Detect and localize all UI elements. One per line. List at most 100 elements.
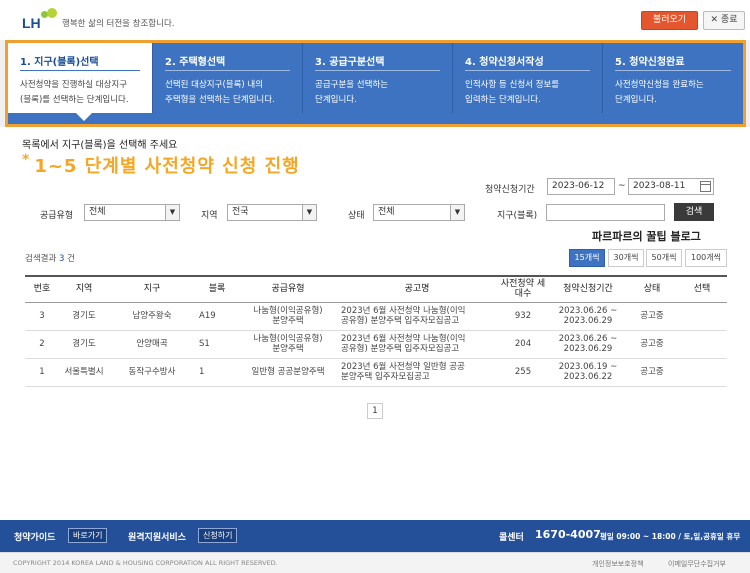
logo-leaf-large (47, 8, 57, 18)
page-size-30[interactable]: 30개씩 (608, 249, 644, 267)
col-header: 사전청약 세대수 (497, 275, 549, 303)
copyright-text: COPYRIGHT 2014 KOREA LAND & HOUSING CORP… (13, 559, 278, 567)
close-button[interactable]: ✕ 종료 (703, 11, 745, 30)
step-title: 1. 지구(블록)선택 (20, 57, 99, 68)
pagination-current[interactable]: 1 (367, 403, 383, 419)
district-input[interactable] (546, 204, 665, 221)
col-header: 공고명 (337, 275, 497, 303)
chevron-down-icon: ▼ (302, 205, 316, 220)
cell-type: 일반형 공공분양주택 (239, 358, 337, 387)
search-button[interactable]: 검색 (674, 203, 714, 221)
logo-text: LH (22, 15, 41, 31)
table-row[interactable]: 1 서울특별시 동작구수방사 1 일반형 공공분양주택 2023년 6월 사전청… (25, 358, 727, 387)
cell-no: 1 (25, 358, 59, 387)
cell-block: S1 (195, 330, 239, 359)
cell-no: 2 (25, 330, 59, 359)
status-select[interactable]: 전체 ▼ (373, 204, 465, 221)
step-desc: 공급구분을 선택하는 단계입니다. (315, 80, 389, 105)
cell-notice[interactable]: 2023년 6월 사전청약 일반형 공공 분양주택 입주자모집공고 (337, 358, 497, 387)
step-desc: 사전청약신청을 완료하는 단계입니다. (615, 80, 704, 105)
col-header: 공급유형 (239, 275, 337, 303)
table-row[interactable]: 3 경기도 남양주왕숙 A19 나눔형(이익공유형) 분양주택 2023년 6월 … (25, 302, 727, 331)
remote-button[interactable]: 신청하기 (198, 528, 238, 543)
load-button[interactable]: 불러오기 (641, 11, 698, 30)
main-content: 목록에서 지구(블록)을 선택해 주세요 * 1~5 단계별 사전청약 신청 진행… (0, 127, 750, 520)
cell-select[interactable] (677, 358, 727, 387)
cell-type: 나눔형(이익공유형) 분양주택 (239, 302, 337, 331)
supply-type-select[interactable]: 전체 ▼ (84, 204, 180, 221)
table-header-row: 번호 지역 지구 블록 공급유형 공고명 사전청약 세대수 청약신청기간 상태 … (25, 275, 727, 303)
cell-period: 2023.06.26 ~2023.06.29 (549, 302, 627, 331)
result-count: 검색결과 3 건 (25, 254, 75, 264)
date-from-input[interactable]: 2023-06-12 (547, 178, 615, 195)
period-label: 청약신청기간 (485, 185, 535, 195)
cell-period: 2023.06.26 ~2023.06.29 (549, 330, 627, 359)
col-header: 번호 (25, 275, 59, 303)
col-header: 상태 (627, 275, 677, 303)
page-size-100[interactable]: 100개씩 (685, 249, 727, 267)
col-header: 청약신청기간 (549, 275, 627, 303)
step-4-tab[interactable]: 4. 청약신청서작성 인적사항 등 신청서 정보를 입력하는 단계입니다. (453, 43, 603, 113)
chevron-down-icon: ▼ (450, 205, 464, 220)
blog-watermark: 파르파르의 꿀팁 블로그 (592, 230, 701, 243)
cell-units: 255 (497, 358, 549, 387)
email-policy-link[interactable]: 이메일무단수집거부 (668, 559, 726, 569)
district-label: 지구(블록) (497, 211, 538, 221)
copyright-bar: COPYRIGHT 2014 KOREA LAND & HOUSING CORP… (0, 552, 750, 573)
call-number: 1670-4007 (535, 528, 601, 541)
step-3-tab[interactable]: 3. 공급구분선택 공급구분을 선택하는 단계입니다. (303, 43, 453, 113)
cell-select[interactable] (677, 302, 727, 331)
cell-region: 서울특별시 (59, 358, 109, 387)
page-size-50[interactable]: 50개씩 (646, 249, 682, 267)
table-row[interactable]: 2 경기도 안양매곡 S1 나눔형(이익공유형) 분양주택 2023년 6월 사전… (25, 330, 727, 359)
cell-district: 남양주왕숙 (109, 302, 195, 331)
calendar-icon[interactable] (700, 181, 711, 192)
intro-text: 목록에서 지구(블록)을 선택해 주세요 (22, 140, 178, 151)
cell-status: 공고중 (627, 330, 677, 359)
cell-no: 3 (25, 302, 59, 331)
cell-type: 나눔형(이익공유형) 분양주택 (239, 330, 337, 359)
privacy-link[interactable]: 개인정보보호정책 (592, 559, 644, 569)
col-header: 지역 (59, 275, 109, 303)
date-to-input[interactable]: 2023-08-11 (628, 178, 714, 195)
cell-notice[interactable]: 2023년 6월 사전청약 나눔형(이익 공유형) 분양주택 입주자모집공고 (337, 330, 497, 359)
date-separator: ~ (618, 181, 626, 191)
cell-notice[interactable]: 2023년 6월 사전청약 나눔형(이익 공유형) 분양주택 입주자모집공고 (337, 302, 497, 331)
step-title: 5. 청약신청완료 (615, 57, 685, 68)
step-title: 3. 공급구분선택 (315, 57, 385, 68)
region-select[interactable]: 전국 ▼ (227, 204, 317, 221)
overlay-caption: * 1~5 단계별 사전청약 신청 진행 (22, 152, 300, 177)
col-header: 블록 (195, 275, 239, 303)
step-1-tab[interactable]: 1. 지구(블록)선택 사전청약을 진행하실 대상지구 (블록)를 선택하는 단계… (8, 43, 153, 121)
guide-button[interactable]: 바로가기 (68, 528, 108, 543)
supply-type-label: 공급유형 (40, 211, 74, 221)
cell-units: 204 (497, 330, 549, 359)
cell-period: 2023.06.19 ~2023.06.22 (549, 358, 627, 387)
step-desc: 선택된 대상지구(블록) 내의 주택형을 선택하는 단계입니다. (165, 80, 275, 105)
page-size-15[interactable]: 15개씩 (569, 249, 605, 267)
step-desc: 인적사항 등 신청서 정보를 입력하는 단계입니다. (465, 80, 560, 105)
cell-block: 1 (195, 358, 239, 387)
cell-district: 동작구수방사 (109, 358, 195, 387)
call-hours: 평일 09:00 ~ 18:00 / 토,일,공휴일 휴무 (600, 532, 741, 541)
step-title: 2. 주택형선택 (165, 57, 226, 68)
col-header: 선택 (677, 275, 727, 303)
step-2-tab[interactable]: 2. 주택형선택 선택된 대상지구(블록) 내의 주택형을 선택하는 단계입니다. (153, 43, 303, 113)
guide-label: 청약가이드 (14, 533, 56, 543)
step-navigation: 1. 지구(블록)선택 사전청약을 진행하실 대상지구 (블록)를 선택하는 단계… (5, 40, 746, 127)
cell-select[interactable] (677, 330, 727, 359)
status-label: 상태 (348, 211, 365, 221)
col-header: 지구 (109, 275, 195, 303)
active-step-pointer (76, 113, 92, 121)
chevron-down-icon: ▼ (165, 205, 179, 220)
call-label: 콜센터 (499, 533, 524, 543)
slogan: 행복한 삶의 터전을 창조합니다. (62, 19, 175, 29)
cell-region: 경기도 (59, 330, 109, 359)
lh-logo[interactable]: LH (22, 8, 62, 32)
cell-region: 경기도 (59, 302, 109, 331)
top-header: LH 행복한 삶의 터전을 창조합니다. 불러오기 ✕ 종료 (0, 0, 750, 40)
cell-status: 공고중 (627, 358, 677, 387)
step-5-tab[interactable]: 5. 청약신청완료 사전청약신청을 완료하는 단계입니다. (603, 43, 743, 113)
step-desc: 사전청약을 진행하실 대상지구 (블록)를 선택하는 단계입니다. (20, 80, 129, 105)
star-icon: * (22, 152, 31, 168)
